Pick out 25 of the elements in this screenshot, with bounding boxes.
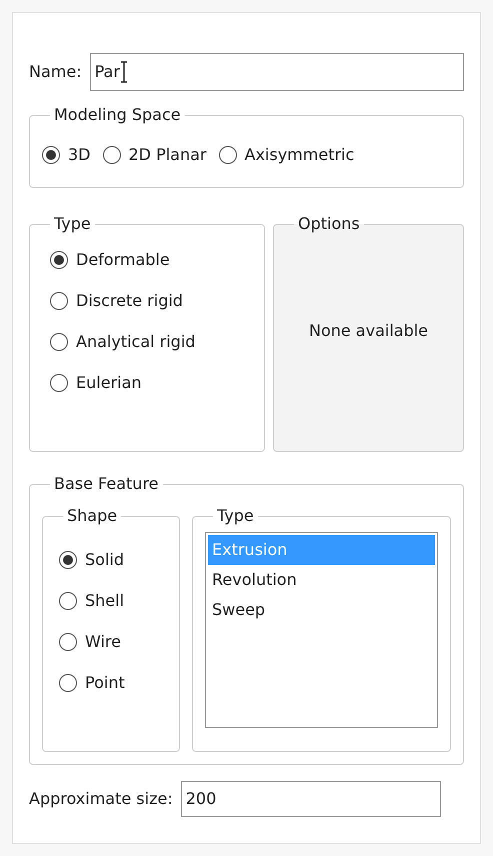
radio-option[interactable]: Point — [59, 671, 167, 695]
radio-option[interactable]: Axisymmetric — [218, 143, 354, 167]
radio-option[interactable]: 3D — [42, 143, 90, 167]
radio-option[interactable]: Shell — [59, 589, 167, 613]
name-field[interactable]: Par — [90, 53, 464, 91]
radio-option[interactable]: Wire — [59, 630, 167, 654]
list-item[interactable]: Revolution — [208, 565, 435, 595]
radio-option[interactable]: 2D Planar — [102, 143, 207, 167]
text-cursor-icon — [120, 61, 128, 83]
options-text: None available — [308, 320, 428, 342]
approximate-size-field[interactable]: 200 — [180, 781, 441, 817]
name-label: Name: — [29, 61, 82, 83]
radio-option[interactable]: Analytical rigid — [50, 330, 252, 354]
approximate-size-label: Approximate size: — [29, 788, 173, 810]
group-title: Type — [216, 505, 255, 527]
radio-option[interactable]: Solid — [59, 548, 167, 572]
radio-option[interactable]: Discrete rigid — [50, 289, 252, 313]
group-title: Modeling Space — [53, 104, 182, 126]
list-item[interactable]: Sweep — [208, 595, 435, 625]
group-title: Options — [297, 213, 361, 235]
group-title: Shape — [66, 505, 118, 527]
group-title: Base Feature — [53, 473, 160, 495]
group-title: Type — [53, 213, 92, 235]
radio-option[interactable]: Deformable — [50, 248, 252, 272]
radio-option[interactable]: Eulerian — [50, 371, 252, 395]
